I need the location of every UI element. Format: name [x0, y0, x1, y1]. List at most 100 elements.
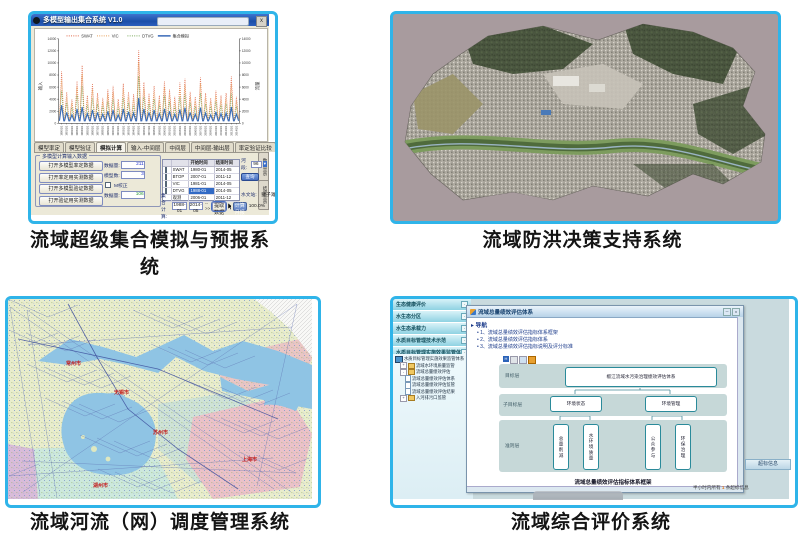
xtick-label: 2013/1/1	[229, 125, 233, 135]
station-label: 水文站:	[241, 193, 257, 198]
y-axis-label-left: 输入	[37, 81, 44, 90]
page: 多模型输出集合系统 V1.0 x SWATVICDTVG集合模拟00200020…	[0, 0, 800, 539]
table-row[interactable]: SWAT1980-012014-05	[163, 167, 239, 174]
table-header: 开始时间结束时间	[163, 160, 239, 167]
panel-flood	[390, 11, 781, 224]
table-row[interactable]: BTOP2007-012011-12	[163, 174, 239, 181]
sidebar-section-2[interactable]: 水生态承载力-	[393, 323, 471, 335]
ytick-right: 2000	[242, 109, 249, 113]
layer3-label: 准则层	[505, 442, 519, 449]
xtick-label: 2014/1/1	[234, 125, 238, 135]
folder-icon	[408, 395, 415, 401]
ytick-left: 0	[54, 121, 56, 125]
field2-input[interactable]: 3	[121, 171, 145, 179]
xtick-label: 2007/1/1	[198, 125, 202, 135]
sidebar-tree: 水质目标管理实施效果监管体系+流域水环境质量监管-流域总量绩效评估流域总量绩效评…	[393, 354, 473, 499]
tab-1[interactable]: 模型验证	[65, 142, 95, 152]
criterion-box: 总量削减	[553, 424, 569, 470]
y-axis-label-right: 流量	[254, 81, 261, 90]
query-button[interactable]: 查询	[241, 173, 259, 181]
open-data-button-1[interactable]: 打开率定用实测数据	[39, 173, 103, 183]
xtick-label: 2009/1/1	[209, 125, 213, 135]
xtick-label: 1991/1/1	[116, 125, 120, 135]
close-icon[interactable]: x	[732, 308, 740, 316]
tab-0[interactable]: 模型率定	[34, 142, 64, 152]
xtick-label: 1988/1/1	[101, 125, 105, 135]
progress-value: 100.0%	[249, 204, 265, 209]
sidebar-section-0[interactable]: 生态健康评价-	[393, 299, 471, 311]
aerial-3d-view[interactable]	[393, 14, 772, 215]
reach-label: 河段:	[241, 157, 250, 171]
panel-evaluation: 生态健康评价-水生态分区-水生态承载力-水质目标管理技术示范- 水质目标管理实施效…	[390, 296, 798, 508]
report-button[interactable]: 计算月报	[233, 202, 247, 211]
xtick-label: 1989/1/1	[106, 125, 110, 135]
row-checkbox[interactable]	[165, 167, 167, 173]
xtick-label: 1992/1/1	[121, 125, 125, 135]
tab-4[interactable]: 中间层	[165, 142, 190, 152]
alert-panel-header[interactable]: 超标信息	[745, 459, 791, 470]
ensemble-end-input[interactable]: 2014-05	[189, 202, 203, 210]
save-icon[interactable]: H	[503, 356, 509, 362]
field1-input[interactable]: 211	[121, 161, 145, 169]
group-title: 多模型计算输入数据	[40, 153, 89, 160]
app-icon	[33, 17, 40, 24]
xtick-label: 1997/1/1	[147, 125, 151, 135]
refresh-icon[interactable]	[528, 356, 536, 364]
field3-label: 数据量:	[104, 192, 120, 199]
nav-item-2[interactable]: • 3、流域总量绩效评估指标说明及评分标准	[477, 343, 573, 350]
reach-select[interactable]: 96	[251, 161, 262, 168]
print-icon[interactable]	[519, 356, 527, 364]
xtick-label: 1984/1/1	[80, 125, 84, 135]
field3-input[interactable]: 106	[121, 191, 145, 199]
row-checkbox[interactable]	[165, 181, 167, 187]
sidebar-section-1[interactable]: 水生态分区-	[393, 311, 471, 323]
diagram-toolbar: H	[503, 356, 536, 364]
tab-2[interactable]: 模拟计算	[96, 142, 126, 152]
tab-3[interactable]: 输入-中间层	[127, 142, 164, 152]
chevron-down-icon[interactable]: ▼	[263, 161, 267, 167]
extract-data-button[interactable]: 提取数据	[212, 202, 226, 211]
map-label: 常州市	[66, 360, 81, 367]
xtick-label: 1983/1/1	[75, 125, 79, 135]
xtick-label: 1996/1/1	[142, 125, 146, 135]
xtick-label: 1985/1/1	[85, 125, 89, 135]
v-scrollbar[interactable]	[737, 317, 743, 487]
layer2-label: 子目标层	[503, 401, 522, 408]
nav-item-1[interactable]: • 2、流域总量绩效评估指标体系	[477, 336, 573, 343]
tree-item[interactable]: +入河排污口监管	[395, 395, 473, 402]
background-window-fragment	[533, 491, 623, 500]
xtick-label: 1995/1/1	[137, 125, 141, 135]
m-correction-checkbox[interactable]	[105, 182, 111, 188]
xtick-label: 1982/1/1	[70, 125, 74, 135]
xtick-label: 2006/1/1	[193, 125, 197, 135]
ytick-right: 0	[242, 121, 244, 125]
table-row[interactable]: DTVG1988-012014-05	[163, 188, 239, 195]
alert-count: 1	[722, 485, 725, 490]
tab-5[interactable]: 中间层-输出层	[191, 142, 234, 152]
copy-icon[interactable]	[510, 356, 518, 364]
tab-6[interactable]: 率定验证比较	[235, 142, 276, 152]
open-data-button-2[interactable]: 打开多模型验证数据	[39, 184, 103, 194]
legend-label: SWAT	[81, 33, 93, 38]
folder-icon	[408, 363, 415, 369]
tab-7[interactable]: 结果比较	[277, 142, 278, 152]
criterion-box: 环保治理	[675, 424, 691, 470]
ytick-left: 2000	[49, 109, 56, 113]
table-row[interactable]: VIC1981-012014-05	[163, 181, 239, 188]
ensemble-start-input[interactable]: 1988-01	[172, 202, 186, 210]
river-network-map[interactable]: 常州市无锡市苏州市上海市湖州市	[8, 299, 312, 499]
ytick-left: 12000	[48, 49, 57, 53]
xtick-label: 2010/1/1	[214, 125, 218, 135]
open-data-button-0[interactable]: 打开多模型率定数据	[39, 161, 103, 171]
minimize-icon[interactable]: ─	[723, 308, 731, 316]
row-checkbox[interactable]	[165, 174, 167, 180]
nav-header: ▸ 导航	[471, 320, 487, 329]
map-label: 苏州市	[153, 429, 168, 436]
sidebar-section-3[interactable]: 水质目标管理技术示范-	[393, 335, 471, 347]
goal-box: 椒江流域水污染治理绩效评估体系	[565, 367, 717, 387]
subgoal-box: 环境管理	[645, 396, 697, 412]
tab-strip: 模型率定模型验证模拟计算输入-中间层中间层中间层-输出层率定验证比较结果比较	[34, 142, 266, 153]
xtick-label: 1994/1/1	[132, 125, 136, 135]
close-icon[interactable]: x	[256, 16, 267, 27]
nav-item-0[interactable]: • 1、流域总量绩效评估指标体系框架	[477, 329, 573, 336]
